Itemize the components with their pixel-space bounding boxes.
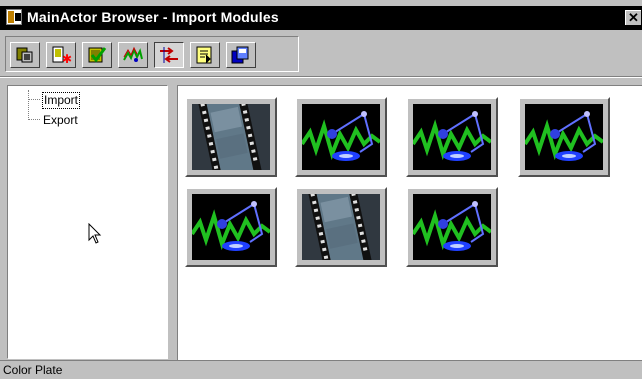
toolbar-divider: [0, 76, 642, 78]
module-thumbnail-wave[interactable]: [185, 187, 277, 267]
wave-gear-icon: [525, 104, 603, 170]
module-thumbnail-film[interactable]: [295, 187, 387, 267]
transition-arrows-icon: [160, 47, 178, 63]
close-button[interactable]: ✕: [625, 10, 641, 25]
copy-pages-button[interactable]: [226, 42, 256, 68]
tree-connector: [28, 90, 29, 118]
main-window: MainActor Browser - Import Modules ✕ ✱ I…: [0, 0, 642, 379]
wave-gear-icon: [413, 104, 491, 170]
modules-icon: [16, 47, 33, 63]
module-thumbnail-wave[interactable]: [406, 187, 498, 267]
svg-text:✱: ✱: [62, 52, 72, 65]
window-title: MainActor Browser - Import Modules: [27, 9, 279, 25]
toolbar: ✱: [0, 30, 642, 78]
wave-gear-icon: [192, 194, 270, 260]
module-thumbnail-wave[interactable]: [406, 97, 498, 177]
wave-gear-icon: [302, 104, 380, 170]
toolbar-button-group: ✱: [5, 36, 299, 72]
export-doc-icon: [196, 46, 212, 64]
export-doc-button[interactable]: [190, 42, 220, 68]
check-icon: [88, 47, 107, 63]
module-tree[interactable]: Import Export: [7, 85, 168, 359]
import-star-icon: ✱: [52, 46, 72, 65]
tree-item-import[interactable]: Import: [42, 92, 81, 109]
module-thumbnail-wave[interactable]: [518, 97, 610, 177]
pane-splitter[interactable]: [170, 85, 176, 360]
transition-button[interactable]: [154, 42, 184, 68]
check-button[interactable]: [82, 42, 112, 68]
wave-gear-icon: [413, 194, 491, 260]
mouse-pointer-icon: [88, 223, 102, 244]
title-bar[interactable]: MainActor Browser - Import Modules ✕: [0, 6, 642, 30]
module-thumbnail-film[interactable]: [185, 97, 277, 177]
effects-button[interactable]: [118, 42, 148, 68]
film-strip-icon: [192, 104, 270, 170]
status-bar: Color Plate: [0, 360, 642, 379]
tree-connector: [28, 99, 40, 100]
effects-icon: [123, 46, 143, 62]
status-text: Color Plate: [3, 363, 63, 377]
module-thumbnail-wave[interactable]: [295, 97, 387, 177]
module-thumbnails[interactable]: [177, 85, 642, 360]
tree-connector: [28, 119, 40, 120]
tree-item-export[interactable]: Export: [42, 113, 79, 128]
import-star-button[interactable]: ✱: [46, 42, 76, 68]
film-strip-icon: [302, 194, 380, 260]
modules-button[interactable]: [10, 42, 40, 68]
copy-pages-icon: [231, 46, 249, 64]
app-icon: [6, 9, 22, 25]
